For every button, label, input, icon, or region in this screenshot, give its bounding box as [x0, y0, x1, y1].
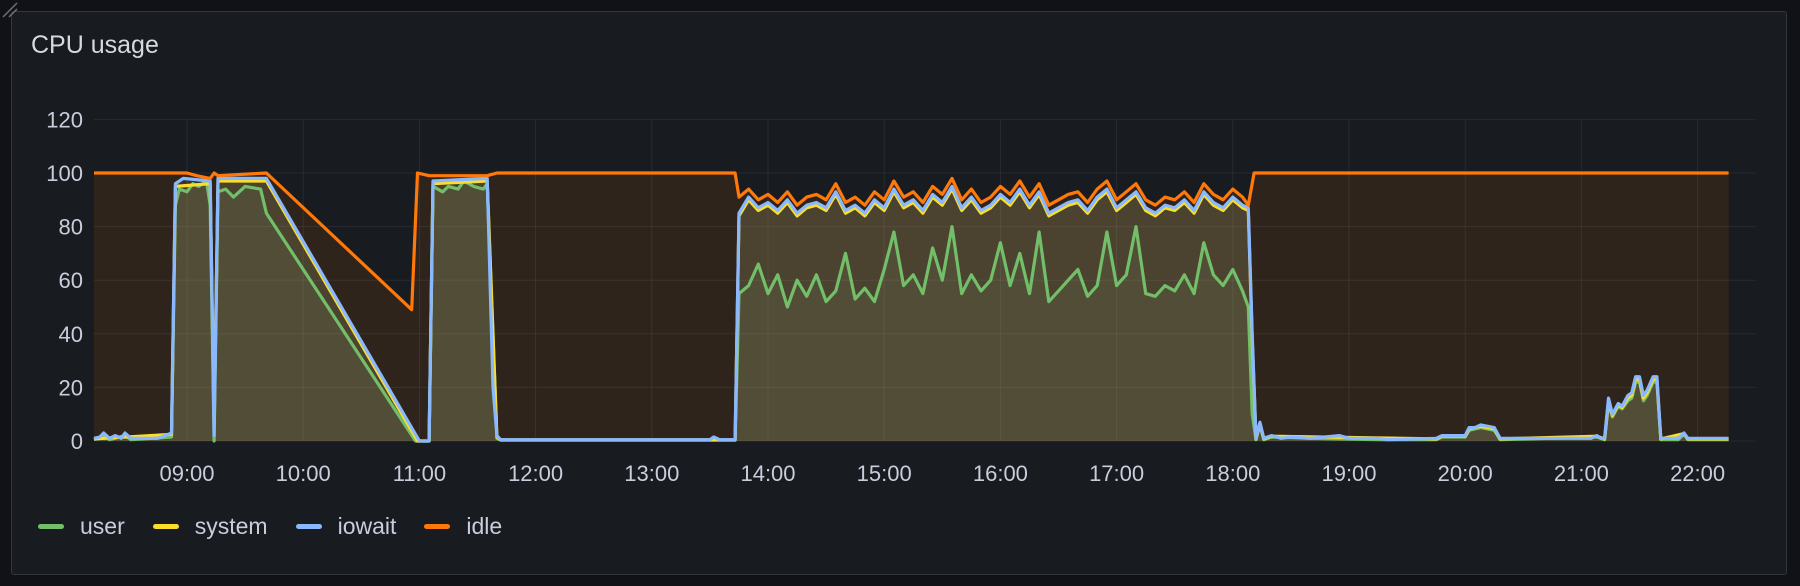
legend-item-system[interactable]: system: [152, 513, 268, 540]
legend-item-idle[interactable]: idle: [424, 513, 502, 540]
x-tick-label: 11:00: [393, 461, 446, 486]
x-tick-label: 21:00: [1554, 461, 1609, 486]
x-tick-label: 13:00: [624, 461, 679, 486]
y-axis: 0 20 40 60 80 100 120: [46, 107, 83, 454]
legend-swatch: [424, 524, 451, 529]
x-tick-label: 09:00: [159, 461, 214, 486]
legend: user system iowait idle: [38, 513, 530, 540]
legend-item-user[interactable]: user: [38, 513, 125, 540]
legend-label: iowait: [337, 513, 397, 539]
legend-item-iowait[interactable]: iowait: [295, 513, 397, 540]
legend-swatch: [152, 524, 179, 529]
x-tick-label: 14:00: [740, 461, 795, 486]
legend-label: system: [194, 513, 268, 539]
resize-handle-icon[interactable]: [0, 0, 18, 18]
y-tick-label: 120: [46, 107, 83, 132]
y-tick-label: 80: [59, 215, 83, 240]
x-tick-label: 12:00: [508, 461, 563, 486]
x-tick-label: 22:00: [1670, 461, 1725, 486]
cpu-usage-chart: 0 20 40 60 80 100 120 09:00 10:00 11:00 12:00 13:0…: [46, 107, 1756, 486]
x-tick-label: 17:00: [1089, 461, 1144, 486]
x-tick-label: 15:00: [857, 461, 912, 486]
x-tick-label: 18:00: [1205, 461, 1260, 486]
y-tick-label: 0: [71, 429, 83, 454]
x-tick-label: 20:00: [1438, 461, 1493, 486]
x-axis: 09:00 10:00 11:00 12:00 13:00 14:00 15:00 16:00…: [159, 461, 1725, 486]
y-tick-label: 20: [59, 375, 83, 400]
legend-label: idle: [466, 513, 503, 539]
x-tick-label: 19:00: [1321, 461, 1376, 486]
x-tick-label: 10:00: [276, 461, 331, 486]
legend-swatch: [38, 524, 64, 529]
x-tick-label: 16:00: [973, 461, 1028, 486]
y-tick-label: 60: [59, 268, 83, 293]
legend-swatch: [295, 524, 322, 529]
y-tick-label: 40: [59, 322, 83, 347]
y-tick-label: 100: [46, 161, 83, 186]
legend-label: user: [80, 513, 125, 539]
